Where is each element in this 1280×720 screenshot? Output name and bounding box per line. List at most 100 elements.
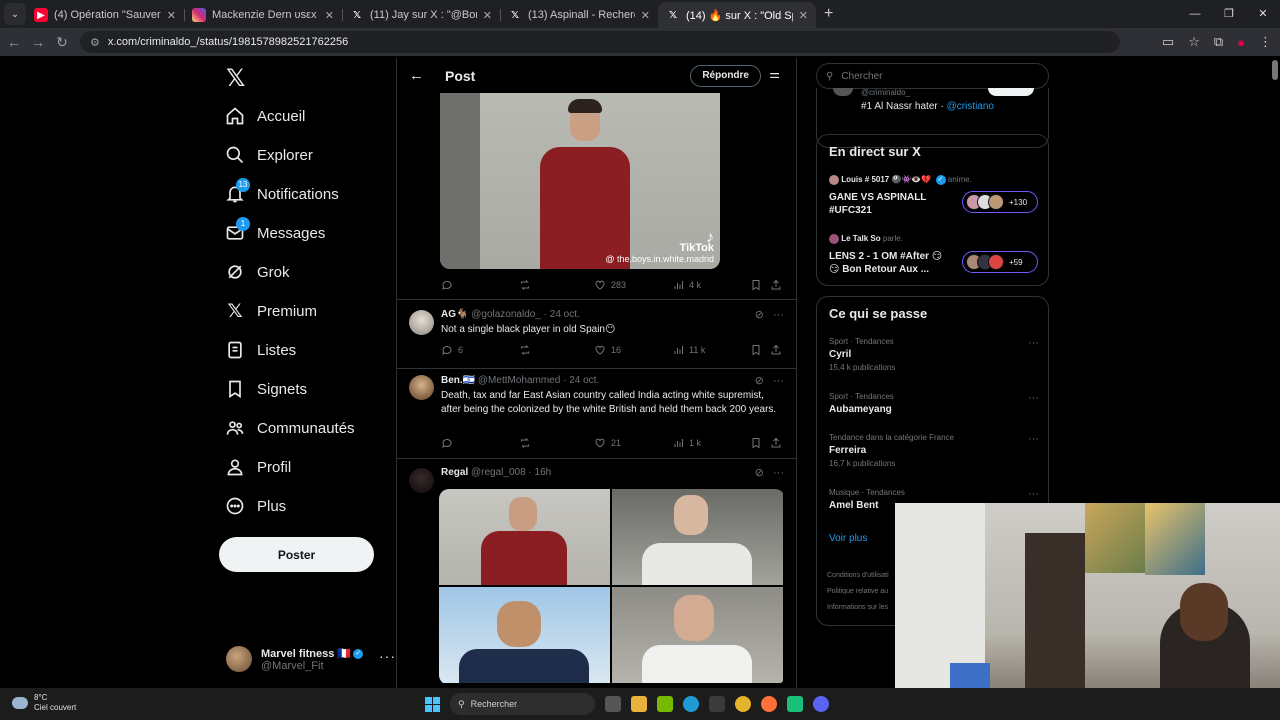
author-name[interactable]: Regal: [441, 467, 468, 478]
follow-button[interactable]: [988, 88, 1034, 96]
like-action[interactable]: 21: [594, 437, 621, 449]
live-listeners-pill[interactable]: +130: [962, 191, 1038, 213]
trend-item[interactable]: Sport · Tendances Cyril 15,4 k publicati…: [829, 337, 1039, 372]
grok-icon[interactable]: ⊘: [755, 375, 764, 387]
more-dots-icon[interactable]: ···: [379, 648, 396, 664]
tweet-date[interactable]: 16h: [535, 467, 552, 478]
close-tab-icon[interactable]: ✕: [167, 9, 176, 22]
more-dots-icon[interactable]: ···: [1028, 488, 1039, 500]
post-button[interactable]: Poster: [219, 537, 374, 572]
taskbar-search[interactable]: ⚲ Rechercher: [450, 693, 595, 715]
sidebar-item-profile[interactable]: Profil: [218, 449, 291, 485]
browser-tab-2[interactable]: Mackenzie Dern υsεx (@macke ✕: [184, 2, 342, 28]
windows-start-icon[interactable]: [425, 696, 440, 712]
sidebar-item-home[interactable]: Accueil: [218, 98, 305, 134]
sidebar-item-premium[interactable]: 𝕏 Premium: [218, 293, 317, 329]
share-action[interactable]: [770, 437, 782, 449]
restore-icon[interactable]: ❐: [1212, 0, 1246, 28]
retweet-action[interactable]: [519, 437, 531, 449]
back-arrow-icon[interactable]: ←: [2, 34, 26, 50]
browser-tab-4[interactable]: 𝕏 (13) Aspinall - Recherche / X ✕: [500, 2, 658, 28]
author-name[interactable]: Ben.🇮🇱: [441, 375, 475, 386]
more-dots-icon[interactable]: ···: [1028, 433, 1039, 445]
close-tab-icon[interactable]: ✕: [799, 9, 808, 22]
avatar[interactable]: [409, 310, 434, 335]
search-input[interactable]: ⚲ Chercher: [816, 63, 1049, 89]
live-item-title[interactable]: LENS 2 - 1 OM #After 😏 😏 Bon Retour Aux …: [829, 250, 951, 276]
footer-link[interactable]: Informations sur les: [827, 600, 889, 616]
nvidia-icon[interactable]: [657, 696, 673, 712]
reply-action[interactable]: [441, 437, 453, 449]
post-video[interactable]: ♪ TikTok @ the.boys.in.white.madrid: [440, 93, 720, 269]
account-switcher[interactable]: Marvel fitness 🇫🇷 ✓ @Marvel_Fit ···: [226, 644, 396, 674]
author-handle[interactable]: @golazonaldo_: [471, 309, 541, 320]
x-logo-icon[interactable]: 𝕏: [226, 64, 245, 93]
avatar[interactable]: [409, 375, 434, 400]
retweet-action[interactable]: [519, 279, 531, 291]
cast-icon[interactable]: ▭: [1162, 34, 1174, 50]
url-input[interactable]: ⚙ x.com/criminaldo_/status/1981578982521…: [80, 31, 1120, 53]
grok-icon[interactable]: ⊘: [755, 309, 764, 321]
views-action[interactable]: 1 k: [672, 437, 701, 449]
reload-icon[interactable]: ↻: [50, 34, 74, 51]
browser-menu-icon[interactable]: ⋮: [1259, 34, 1272, 50]
more-dots-icon[interactable]: ···: [1028, 392, 1039, 404]
close-window-icon[interactable]: ✕: [1246, 0, 1280, 28]
browser-tab-5-active[interactable]: 𝕏 (14) 🔥 sur X : "Old Spain &gt; ✕: [658, 2, 816, 28]
tweet-date[interactable]: 24 oct.: [550, 309, 580, 320]
author-handle[interactable]: @regal_008: [471, 467, 526, 478]
bookmark-action[interactable]: [750, 437, 762, 449]
firefox-icon[interactable]: [761, 696, 777, 712]
discord-icon[interactable]: [813, 696, 829, 712]
sidebar-item-bookmarks[interactable]: Signets: [218, 371, 307, 407]
bio-mention[interactable]: @cristiano: [947, 101, 994, 112]
edge-icon[interactable]: [683, 696, 699, 712]
reply-button[interactable]: Répondre: [690, 65, 761, 87]
reply-tweet[interactable]: Regal @regal_008 · 16h ⊘ ···: [397, 458, 796, 688]
forward-arrow-icon[interactable]: →: [26, 34, 50, 50]
more-dots-icon[interactable]: ···: [1028, 337, 1039, 349]
sidebar-item-notifications[interactable]: 13 Notifications: [218, 176, 339, 212]
browser-tab-3[interactable]: 𝕏 (11) Jay sur X : "@Borrachinhal ✕: [342, 2, 500, 28]
sidebar-item-grok[interactable]: Grok: [218, 254, 290, 290]
retweet-action[interactable]: [519, 344, 531, 356]
views-action[interactable]: 11 k: [672, 344, 705, 356]
live-item-title[interactable]: GANE VS ASPINALL #UFC321: [829, 191, 947, 217]
minimize-icon[interactable]: —: [1178, 0, 1212, 28]
close-tab-icon[interactable]: ✕: [325, 9, 334, 22]
more-dots-icon[interactable]: ···: [773, 309, 784, 321]
more-dots-icon[interactable]: ···: [773, 467, 784, 479]
more-dots-icon[interactable]: ···: [773, 375, 784, 387]
like-action[interactable]: 283: [594, 279, 626, 291]
grok-icon[interactable]: ⊘: [755, 467, 764, 479]
chrome-icon[interactable]: [735, 696, 751, 712]
store-icon[interactable]: [709, 696, 725, 712]
reply-action[interactable]: 6: [441, 344, 463, 356]
sidebar-item-explore[interactable]: Explorer: [218, 137, 313, 173]
views-action[interactable]: 4 k: [672, 279, 701, 291]
site-info-icon[interactable]: ⚙: [90, 36, 100, 49]
bookmark-star-icon[interactable]: ☆: [1188, 34, 1200, 50]
reply-action[interactable]: [441, 279, 453, 291]
new-tab-plus-icon[interactable]: +: [824, 5, 833, 23]
back-arrow-icon[interactable]: ←: [409, 67, 424, 84]
see-more-link[interactable]: Voir plus: [829, 533, 867, 544]
weather-widget[interactable]: 8°C Ciel couvert: [12, 693, 76, 713]
page-scrollbar-thumb[interactable]: [1272, 60, 1278, 80]
profile-avatar-icon[interactable]: ●: [1237, 35, 1245, 50]
tweet-date[interactable]: 24 oct.: [569, 375, 599, 386]
extensions-icon[interactable]: ⧉: [1214, 34, 1223, 50]
tab-search-menu-button[interactable]: ⌄: [4, 3, 26, 25]
share-action[interactable]: [770, 344, 782, 356]
live-listeners-pill[interactable]: +59: [962, 251, 1038, 273]
footer-link[interactable]: Conditions d'utilisati: [827, 568, 889, 584]
bookmark-action[interactable]: [750, 344, 762, 356]
bookmark-action[interactable]: [750, 279, 762, 291]
app-icon[interactable]: [787, 696, 803, 712]
file-explorer-icon[interactable]: [631, 696, 647, 712]
task-view-icon[interactable]: [605, 696, 621, 712]
close-tab-icon[interactable]: ✕: [641, 9, 650, 22]
close-tab-icon[interactable]: ✕: [483, 9, 492, 22]
sidebar-item-lists[interactable]: Listes: [218, 332, 296, 368]
share-action[interactable]: [770, 279, 782, 291]
